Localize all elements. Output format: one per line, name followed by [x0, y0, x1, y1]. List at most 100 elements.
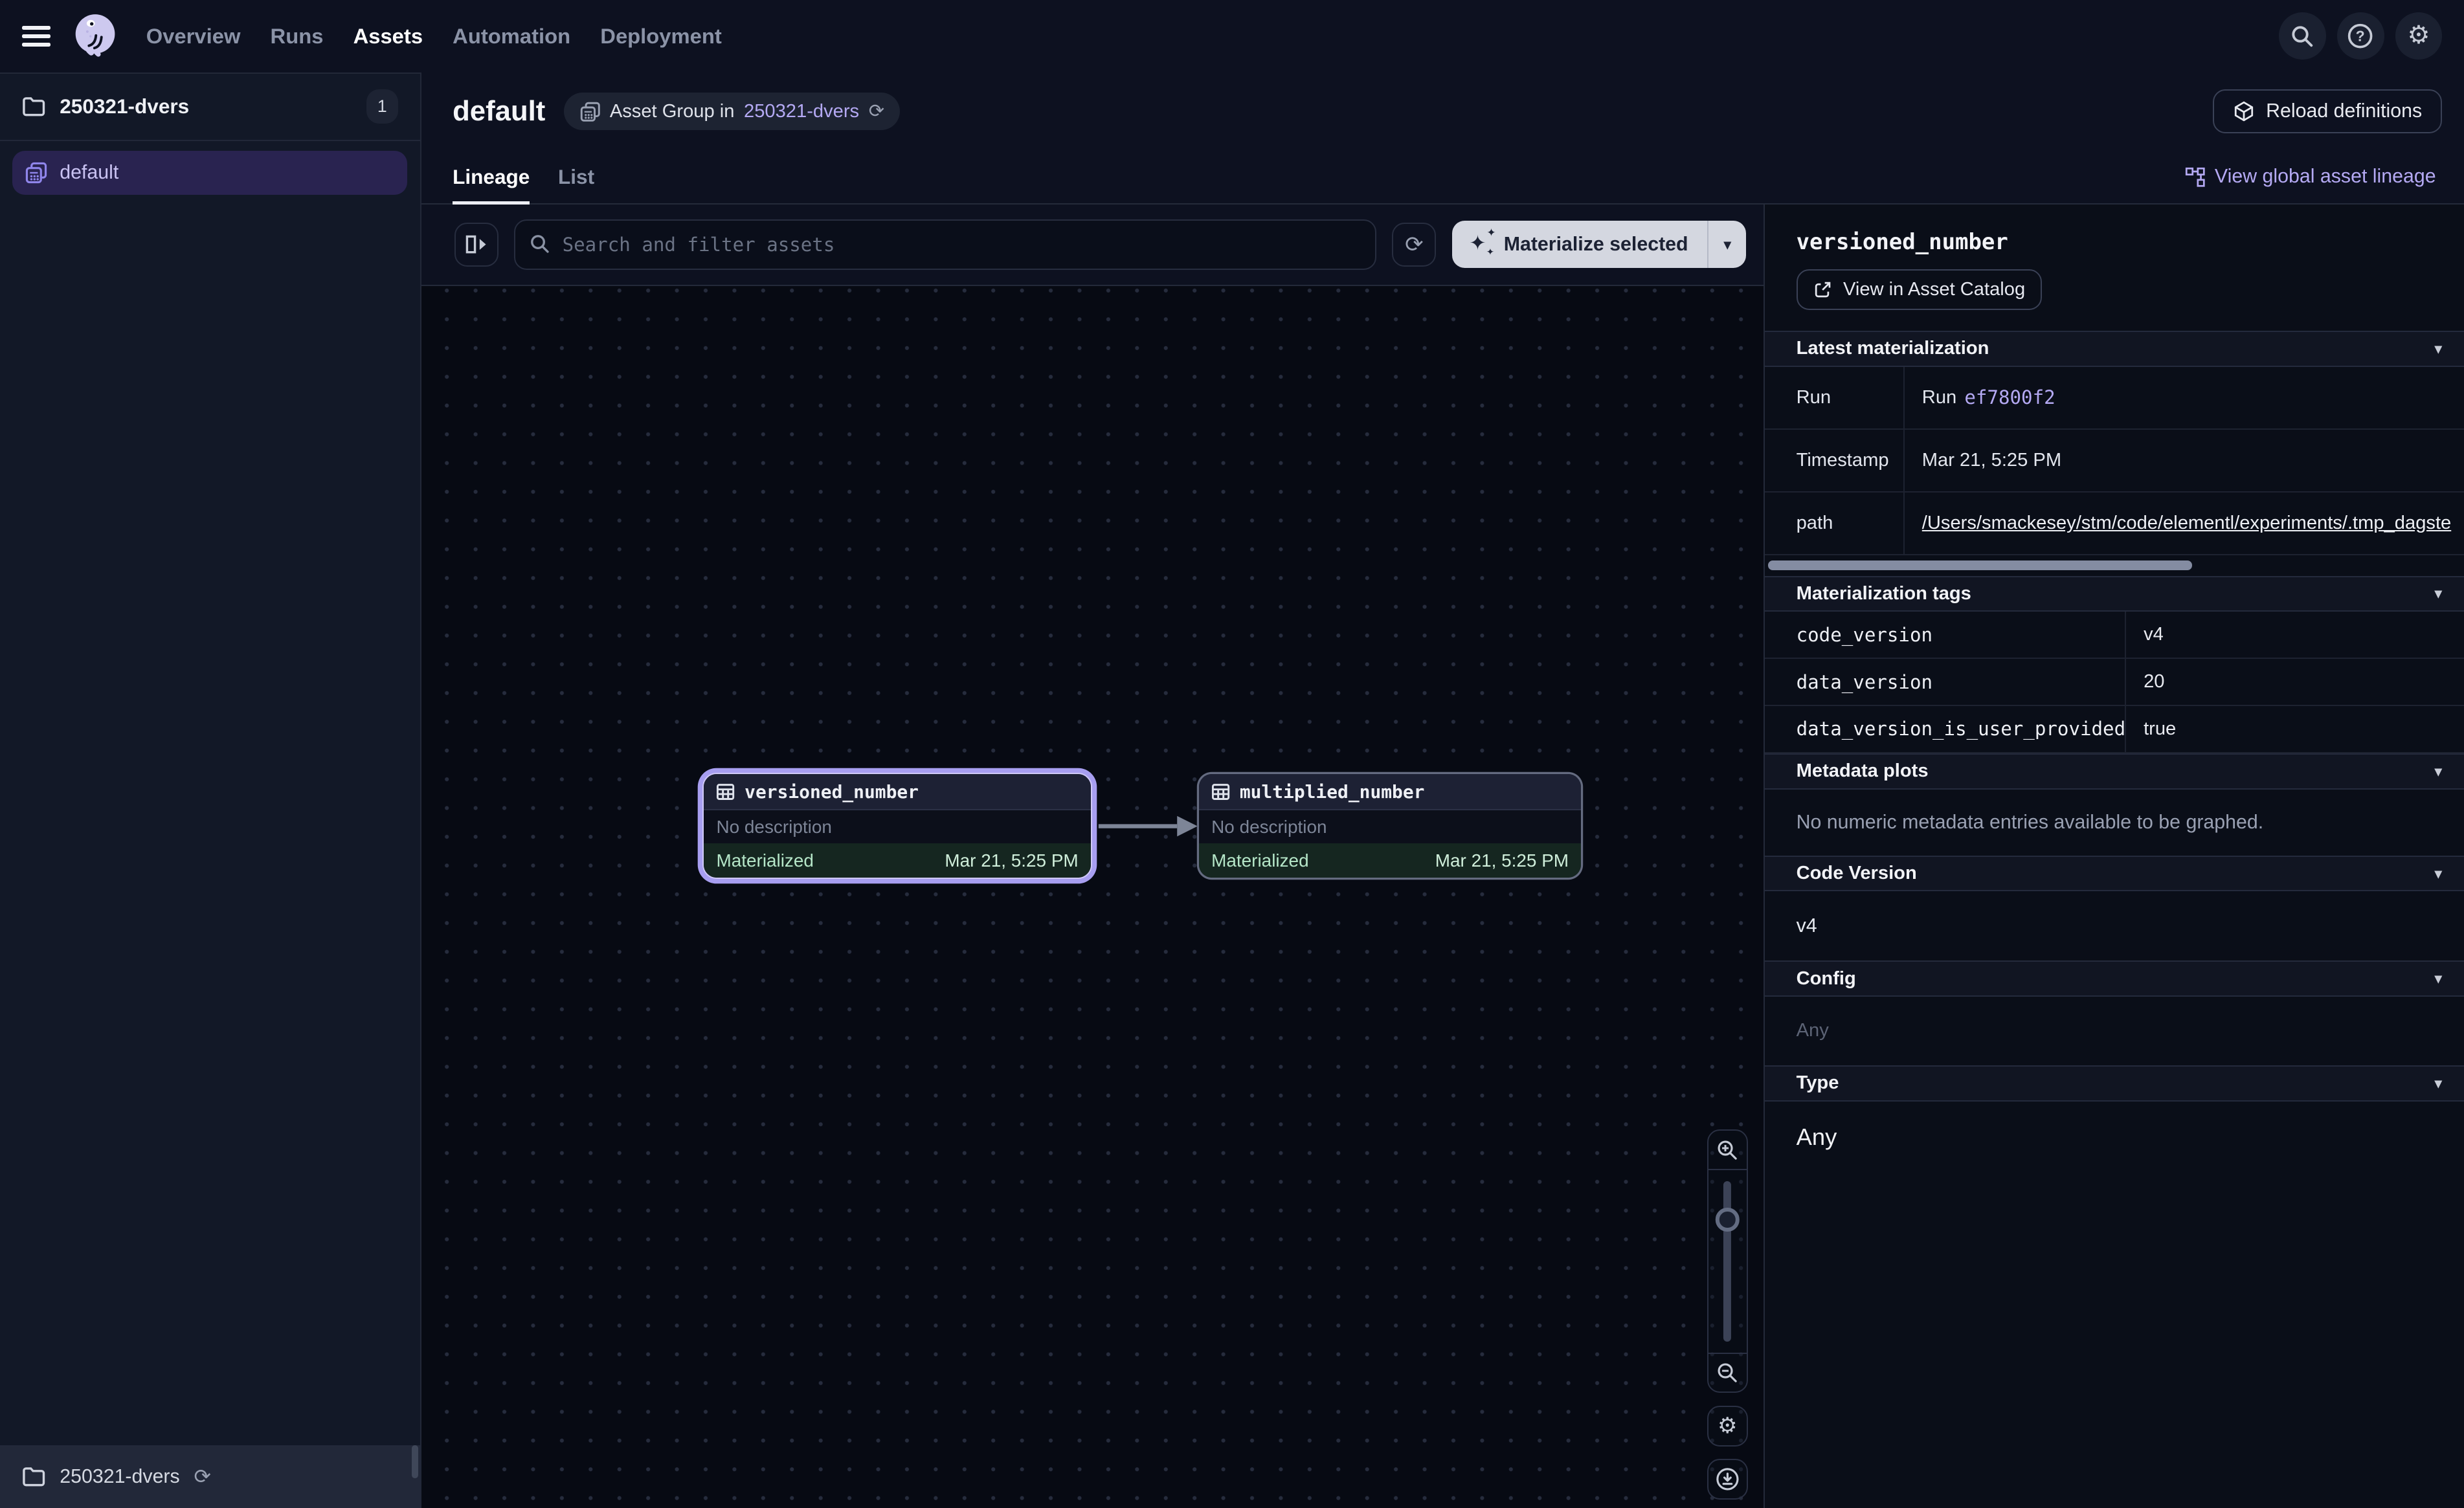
refresh-icon[interactable]: ⟳ [194, 1467, 211, 1487]
hamburger-menu-icon[interactable] [22, 26, 50, 47]
table-row: data_version_is_user_provided true [1765, 706, 2464, 753]
section-type[interactable]: Type ▾ [1765, 1065, 2464, 1102]
graph-controls: ⚙ [1707, 1129, 1748, 1500]
zoom-slider[interactable] [1708, 1170, 1747, 1353]
asset-detail-title: versioned_number [1797, 229, 2433, 255]
refresh-icon[interactable]: ⟳ [869, 102, 884, 121]
badge-prefix: Asset Group in [610, 101, 735, 122]
materialize-main[interactable]: ✦✦✦ Materialize selected [1452, 221, 1707, 268]
zoom-slider-handle[interactable] [1716, 1208, 1739, 1231]
sidebar-spacer [0, 204, 420, 1445]
expand-panel-button[interactable] [454, 223, 498, 267]
path-link[interactable]: /Users/smackesey/stm/code/elementl/exper… [1922, 513, 2451, 534]
nav-item-runs[interactable]: Runs [271, 24, 324, 49]
materialized-timestamp: Mar 21, 5:25 PM [945, 850, 1078, 871]
expand-panel-icon [465, 235, 487, 254]
nav-item-overview[interactable]: Overview [146, 24, 241, 49]
view-global-asset-lineage-link[interactable]: View global asset lineage [2185, 166, 2436, 188]
materialize-selected-button[interactable]: ✦✦✦ Materialize selected ▾ [1452, 221, 1747, 268]
svg-text:?: ? [2356, 28, 2365, 45]
reload-definitions-button[interactable]: Reload definitions [2213, 89, 2442, 133]
asset-group-icon [580, 102, 601, 122]
horizontal-scrollbar [1765, 555, 2464, 576]
tag-key: code_version [1765, 612, 2126, 658]
table-row: code_version v4 [1765, 612, 2464, 659]
tag-value: v4 [2126, 612, 2464, 658]
tab-lineage[interactable]: Lineage [453, 151, 530, 203]
sidebar-item-default-group[interactable]: default [12, 151, 407, 195]
table-row: Run Run ef7800f2 [1765, 367, 2464, 430]
dagster-logo[interactable] [69, 10, 121, 62]
search-input[interactable] [514, 219, 1376, 270]
top-nav: Overview Runs Assets Automation Deployme… [0, 0, 2464, 72]
lineage-canvas[interactable]: versioned_number No description Material… [421, 286, 1764, 1508]
sidebar-scrollbar[interactable] [412, 1445, 418, 1478]
row-value: Mar 21, 5:25 PM [1905, 430, 2464, 491]
view-in-asset-catalog-button[interactable]: View in Asset Catalog [1797, 269, 2043, 310]
metadata-empty-text: No numeric metadata entries available to… [1765, 790, 2464, 856]
search-button[interactable] [2279, 12, 2326, 60]
tab-list-label: List [558, 165, 594, 189]
badge-repo-link[interactable]: 250321-dvers [744, 101, 859, 122]
search-icon [530, 234, 550, 254]
nav-item-deployment[interactable]: Deployment [600, 24, 722, 49]
section-title: Code Version [1797, 863, 1917, 884]
horizontal-scrollbar-thumb[interactable] [1768, 560, 2192, 570]
download-graph-button[interactable] [1707, 1459, 1748, 1500]
section-config[interactable]: Config ▾ [1765, 960, 2464, 997]
asset-node-versioned-number[interactable]: versioned_number No description Material… [702, 773, 1092, 879]
zoom-in-button[interactable] [1708, 1131, 1747, 1170]
section-latest-materialization[interactable]: Latest materialization ▾ [1765, 331, 2464, 367]
table-row: data_version 20 [1765, 659, 2464, 706]
main-area: default Asset Group in 250321-dvers ⟳ [421, 72, 2464, 1508]
footer-repo-name: 250321-dvers [60, 1466, 179, 1488]
zoom-out-button[interactable] [1708, 1353, 1747, 1392]
materialized-timestamp: Mar 21, 5:25 PM [1435, 850, 1569, 871]
asset-node-title: multiplied_number [1240, 781, 1425, 803]
tab-list[interactable]: List [558, 151, 594, 203]
lineage-graph-section: ⟳ ✦✦✦ Materialize selected ▾ [421, 205, 1765, 1508]
asset-node-title: versioned_number [745, 781, 919, 803]
refresh-graph-button[interactable]: ⟳ [1392, 223, 1436, 267]
config-value: Any [1765, 997, 2464, 1065]
sparkles-icon: ✦✦✦ [1471, 234, 1493, 256]
refresh-icon: ⟳ [1405, 234, 1423, 256]
row-key: path [1765, 493, 1905, 554]
graph-settings-button[interactable]: ⚙ [1707, 1406, 1748, 1447]
row-key: Timestamp [1765, 430, 1905, 491]
type-value: Any [1765, 1102, 2464, 1182]
materialize-dropdown-caret[interactable]: ▾ [1708, 221, 1746, 268]
section-title: Latest materialization [1797, 338, 1989, 359]
top-nav-actions: ? ⚙ [2279, 12, 2442, 60]
asset-node-multiplied-number[interactable]: multiplied_number No description Materia… [1198, 773, 1583, 879]
search-icon [2290, 25, 2314, 48]
gear-icon: ⚙ [2408, 23, 2430, 49]
repo-count-badge: 1 [366, 89, 398, 124]
section-title: Metadata plots [1797, 760, 1929, 782]
nav-item-automation[interactable]: Automation [453, 24, 570, 49]
section-code-version[interactable]: Code Version ▾ [1765, 856, 2464, 892]
view-global-asset-lineage-label: View global asset lineage [2215, 166, 2436, 188]
primary-nav: Overview Runs Assets Automation Deployme… [146, 24, 722, 49]
asset-group-label: default [60, 162, 118, 184]
asset-group-badge: Asset Group in 250321-dvers ⟳ [564, 93, 900, 130]
download-icon [1715, 1467, 1740, 1492]
materialized-status: Materialized [1211, 850, 1308, 871]
section-materialization-tags[interactable]: Materialization tags ▾ [1765, 576, 2464, 612]
zoom-slider-track[interactable] [1723, 1181, 1731, 1342]
run-prefix: Run [1922, 387, 1956, 408]
chevron-down-icon: ▾ [2434, 584, 2442, 603]
graph-toolbar: ⟳ ✦✦✦ Materialize selected ▾ [421, 205, 1764, 286]
nav-item-assets[interactable]: Assets [353, 24, 423, 49]
section-title: Type [1797, 1072, 1839, 1094]
tag-value: 20 [2126, 659, 2464, 705]
table-row: path /Users/smackesey/stm/code/elementl/… [1765, 493, 2464, 555]
run-id-link[interactable]: ef7800f2 [1964, 386, 2055, 408]
settings-button[interactable]: ⚙ [2395, 12, 2443, 60]
external-link-icon [1813, 280, 1832, 299]
sidebar-repo-row[interactable]: 250321-dvers 1 [0, 74, 420, 140]
zoom-control [1707, 1129, 1748, 1393]
help-button[interactable]: ? [2337, 12, 2384, 60]
section-metadata-plots[interactable]: Metadata plots ▾ [1765, 753, 2464, 790]
row-value: /Users/smackesey/stm/code/elementl/exper… [1905, 493, 2464, 554]
